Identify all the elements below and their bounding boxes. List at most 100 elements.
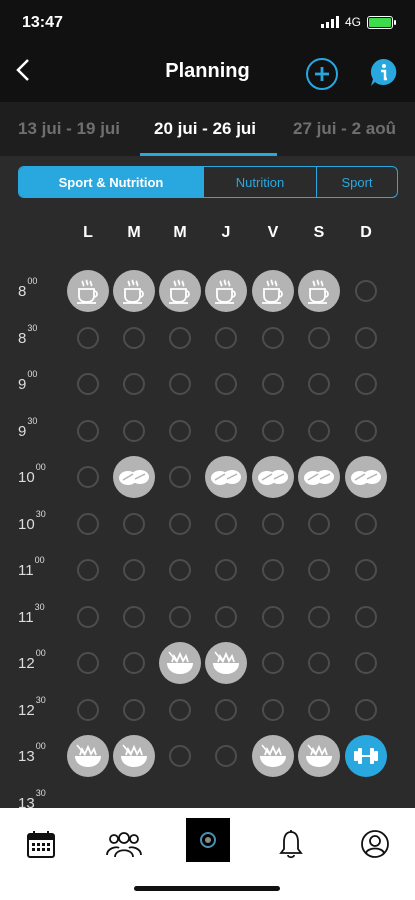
slot-empty[interactable] xyxy=(123,652,145,674)
slot-coffee[interactable] xyxy=(252,270,294,312)
slot-empty[interactable] xyxy=(308,605,330,628)
slot-meal[interactable] xyxy=(159,642,201,684)
slot-snack[interactable] xyxy=(252,456,294,498)
slot-empty[interactable] xyxy=(215,605,237,628)
slot-empty[interactable] xyxy=(77,652,99,674)
slot-empty[interactable] xyxy=(308,698,330,721)
slot-meal[interactable] xyxy=(205,642,247,684)
slot-empty[interactable] xyxy=(355,698,377,721)
slot-empty[interactable] xyxy=(123,373,145,395)
slot-empty[interactable] xyxy=(169,466,191,488)
slot-empty[interactable] xyxy=(308,512,330,535)
slot-empty[interactable] xyxy=(215,373,237,395)
segment-sport-nutrition[interactable]: Sport & Nutrition xyxy=(19,167,203,197)
slot-empty[interactable] xyxy=(308,419,330,442)
day-header: M xyxy=(173,224,187,241)
status-indicators: 4G xyxy=(320,15,396,29)
slot-empty[interactable] xyxy=(355,280,377,302)
tab-home[interactable] xyxy=(186,818,230,862)
slot-empty[interactable] xyxy=(77,512,99,535)
slot-empty[interactable] xyxy=(123,605,145,628)
slot-empty[interactable] xyxy=(123,698,145,721)
segment-sport[interactable]: Sport xyxy=(316,167,397,197)
slot-empty[interactable] xyxy=(262,698,284,721)
slot-empty[interactable] xyxy=(308,373,330,395)
week-prev[interactable]: 13 jui - 19 jui xyxy=(18,119,120,139)
slot-empty[interactable] xyxy=(355,605,377,628)
hour-label: 1130 xyxy=(18,601,45,626)
slot-empty[interactable] xyxy=(169,419,191,442)
slot-empty[interactable] xyxy=(262,373,284,395)
slot-empty[interactable] xyxy=(123,512,145,535)
slot-coffee[interactable] xyxy=(298,270,340,312)
slot-meal[interactable] xyxy=(252,735,294,777)
slot-empty[interactable] xyxy=(355,652,377,674)
slot-snack[interactable] xyxy=(298,456,340,498)
tab-profile[interactable] xyxy=(355,824,395,864)
slot-empty[interactable] xyxy=(77,326,99,349)
slot-empty[interactable] xyxy=(355,559,377,581)
slot-empty[interactable] xyxy=(215,698,237,721)
slot-empty[interactable] xyxy=(169,698,191,721)
slot-empty[interactable] xyxy=(169,373,191,395)
slot-empty[interactable] xyxy=(77,419,99,442)
slot-empty[interactable] xyxy=(169,605,191,628)
salad-bowl-icon xyxy=(167,651,193,674)
slot-empty[interactable] xyxy=(215,512,237,535)
slot-empty[interactable] xyxy=(262,419,284,442)
hour-label: 1200 xyxy=(18,648,46,672)
tab-community[interactable] xyxy=(104,824,144,864)
slot-empty[interactable] xyxy=(262,652,284,674)
cereal-bar-icon xyxy=(304,470,334,485)
slot-empty[interactable] xyxy=(262,512,284,535)
slot-empty[interactable] xyxy=(355,419,377,442)
slot-coffee[interactable] xyxy=(113,270,155,312)
slot-empty[interactable] xyxy=(169,745,191,767)
slot-empty[interactable] xyxy=(77,605,99,628)
slot-snack[interactable] xyxy=(205,456,247,498)
add-button[interactable] xyxy=(306,58,338,90)
slot-empty[interactable] xyxy=(123,326,145,349)
home-indicator xyxy=(134,886,280,891)
slot-empty[interactable] xyxy=(308,559,330,581)
slot-meal[interactable] xyxy=(298,735,340,777)
slot-empty[interactable] xyxy=(262,559,284,581)
slot-empty[interactable] xyxy=(77,698,99,721)
slot-empty[interactable] xyxy=(77,559,99,581)
slot-empty[interactable] xyxy=(215,419,237,442)
slot-empty[interactable] xyxy=(123,559,145,581)
tab-notifications[interactable] xyxy=(271,824,311,864)
slot-meal[interactable] xyxy=(113,735,155,777)
slot-empty[interactable] xyxy=(169,512,191,535)
slot-empty[interactable] xyxy=(355,326,377,349)
week-next[interactable]: 27 jui - 2 aoû xyxy=(293,119,396,139)
slot-empty[interactable] xyxy=(355,512,377,535)
slot-sport[interactable] xyxy=(345,735,387,777)
info-button[interactable] xyxy=(369,58,397,88)
slot-empty[interactable] xyxy=(77,466,99,488)
slot-snack[interactable] xyxy=(113,456,155,498)
slot-coffee[interactable] xyxy=(159,270,201,312)
slot-empty[interactable] xyxy=(355,373,377,395)
slot-coffee[interactable] xyxy=(205,270,247,312)
tab-calendar[interactable] xyxy=(21,824,61,864)
slot-empty[interactable] xyxy=(308,326,330,349)
slot-empty[interactable] xyxy=(77,373,99,395)
info-icon xyxy=(370,58,397,86)
slot-empty[interactable] xyxy=(169,326,191,349)
hour-label: 830 xyxy=(18,322,38,347)
segment-nutrition[interactable]: Nutrition xyxy=(203,167,316,197)
slot-empty[interactable] xyxy=(262,326,284,349)
slot-empty[interactable] xyxy=(169,559,191,581)
slot-empty[interactable] xyxy=(215,559,237,581)
slot-coffee[interactable] xyxy=(67,270,109,312)
slot-empty[interactable] xyxy=(308,652,330,674)
slot-meal[interactable] xyxy=(67,735,109,777)
slot-empty[interactable] xyxy=(123,419,145,442)
week-current[interactable]: 20 jui - 26 jui xyxy=(154,119,256,139)
battery-icon xyxy=(367,15,396,29)
slot-snack[interactable] xyxy=(345,456,387,498)
slot-empty[interactable] xyxy=(215,326,237,349)
slot-empty[interactable] xyxy=(262,605,284,628)
slot-empty[interactable] xyxy=(215,745,237,767)
